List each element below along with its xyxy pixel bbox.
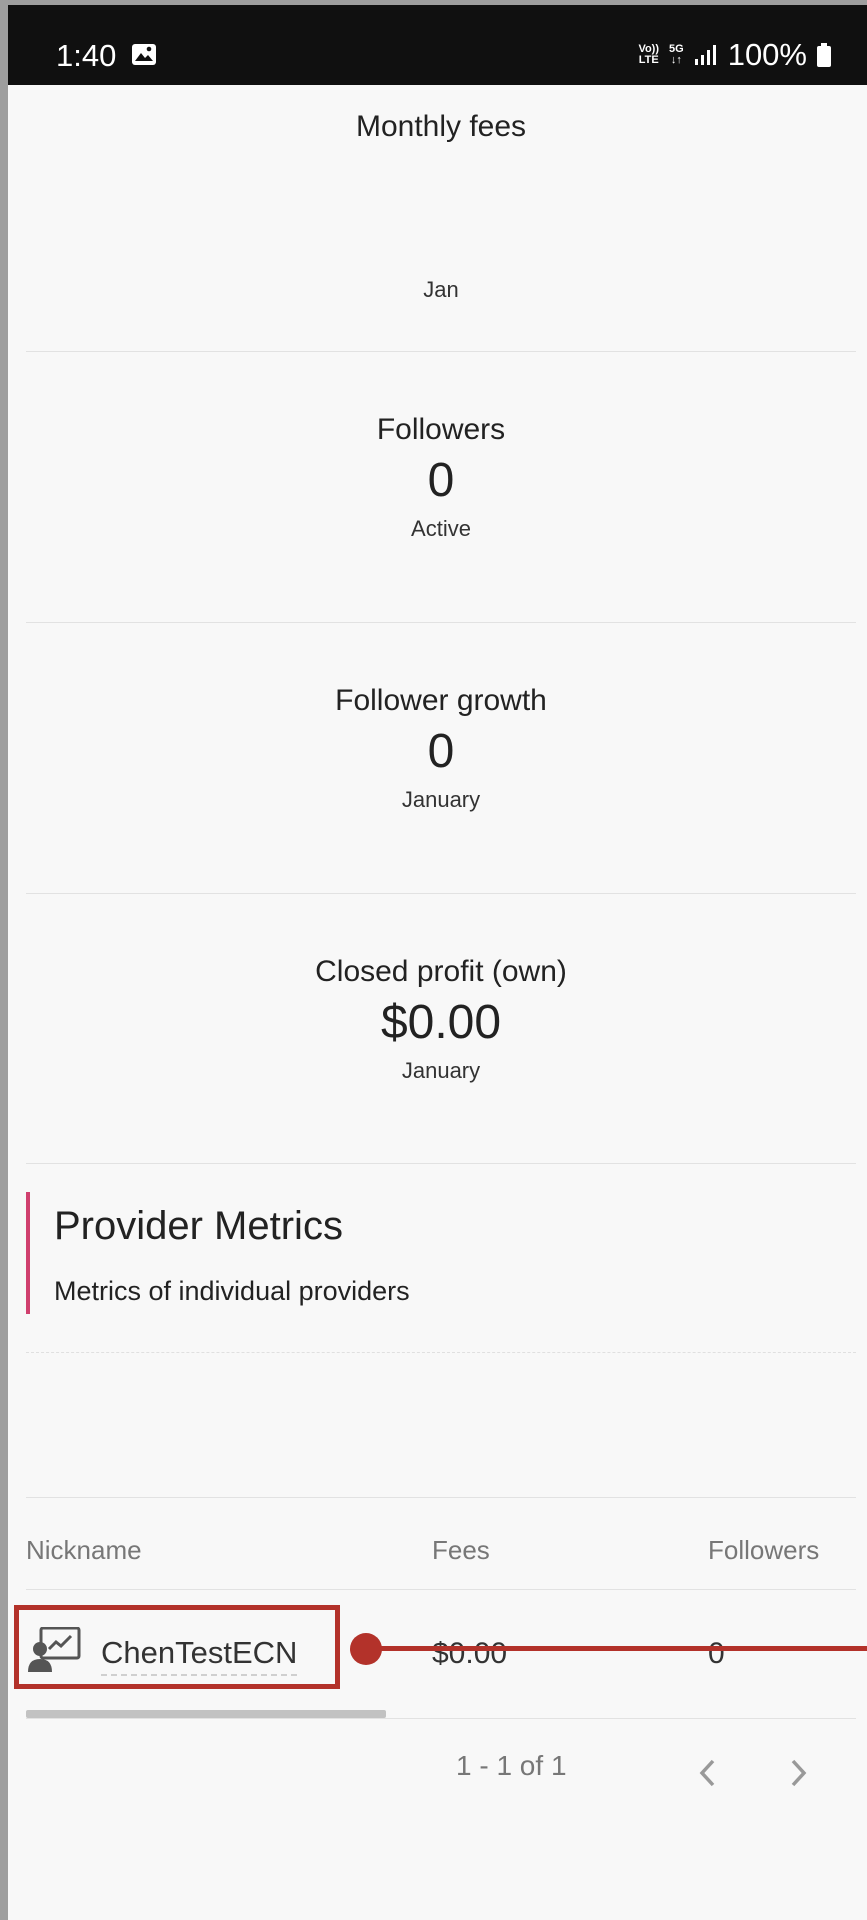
5g-indicator: 5G ↓↑ <box>669 44 684 66</box>
column-header-followers[interactable]: Followers <box>708 1535 819 1566</box>
horizontal-scrollbar[interactable] <box>26 1710 386 1718</box>
stat-subtitle: January <box>401 1058 481 1083</box>
highlight-pointer-dot <box>350 1633 382 1665</box>
section-title: Provider Metrics <box>54 1204 343 1248</box>
gallery-notification-icon <box>132 44 156 65</box>
signal-icon <box>694 45 716 65</box>
chevron-left-icon[interactable] <box>693 1753 723 1793</box>
stat-subtitle: Active <box>411 516 471 541</box>
highlight-pointer-line <box>368 1646 867 1651</box>
stat-monthly-fees: Monthly fees <box>26 110 856 144</box>
divider <box>26 622 856 623</box>
divider <box>26 351 856 352</box>
section-divider <box>26 1352 856 1353</box>
app-screen: 1:40 Vo)) LTE 5G ↓↑ 100% Monthly fees Ja… <box>8 5 867 1920</box>
stat-closed-profit: Closed profit (own) $0.00 January <box>26 955 856 1084</box>
table-top-border <box>26 1497 856 1498</box>
pagination-range: 1 - 1 of 1 <box>456 1750 567 1781</box>
status-indicators: Vo)) LTE 5G ↓↑ 100% <box>638 37 831 73</box>
provider-followers: 0 <box>708 1637 725 1670</box>
accent-bar <box>26 1192 30 1314</box>
section-subtitle: Metrics of individual providers <box>54 1276 410 1306</box>
table-bottom-border <box>26 1718 856 1719</box>
stat-title: Follower growth <box>335 684 547 717</box>
divider <box>26 1163 856 1164</box>
volte-indicator: Vo)) LTE <box>638 44 659 66</box>
battery-percentage: 100% <box>727 37 807 72</box>
stat-value: 0 <box>427 454 455 507</box>
status-bar: 1:40 Vo)) LTE 5G ↓↑ 100% <box>8 5 867 85</box>
stat-subtitle: Jan <box>423 277 459 302</box>
table-header-border <box>26 1589 856 1590</box>
highlight-box <box>14 1605 340 1689</box>
stat-subtitle: January <box>401 787 481 812</box>
chevron-right-icon[interactable] <box>783 1753 813 1793</box>
stat-title: Followers <box>376 413 506 446</box>
stat-title: Monthly fees <box>355 110 527 143</box>
5g-line2: ↓↑ <box>670 54 682 66</box>
status-time: 1:40 <box>56 38 117 73</box>
stat-title: Closed profit (own) <box>315 955 567 988</box>
provider-fees: $0.00 <box>432 1637 508 1670</box>
stat-value: 0 <box>427 725 455 778</box>
stat-follower-growth: Follower growth 0 January <box>26 684 856 813</box>
stat-value: $0.00 <box>380 996 502 1049</box>
stat-monthly-fees-period: Jan <box>26 277 856 303</box>
column-header-nickname[interactable]: Nickname <box>26 1535 142 1566</box>
volte-line2: LTE <box>638 54 659 66</box>
column-header-fees[interactable]: Fees <box>432 1535 490 1566</box>
provider-metrics-header: Provider Metrics Metrics of individual p… <box>26 1192 856 1314</box>
battery-icon <box>817 43 831 67</box>
divider <box>26 893 856 894</box>
stat-followers: Followers 0 Active <box>26 413 856 542</box>
